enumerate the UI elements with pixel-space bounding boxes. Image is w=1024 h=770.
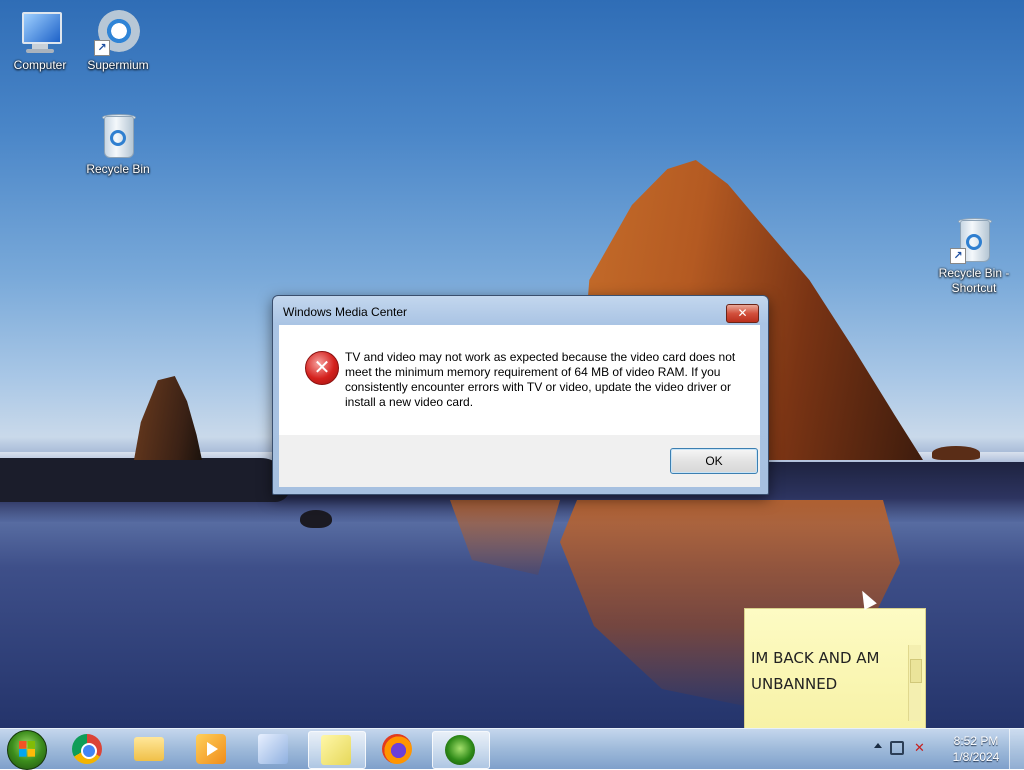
system-tray: ✕ 8:52 PM 1/8/2024 <box>864 729 1024 769</box>
volume-muted-icon[interactable]: ✕ <box>914 741 930 757</box>
taskbar: ✕ 8:52 PM 1/8/2024 <box>0 728 1024 770</box>
distant-rock <box>932 446 980 460</box>
show-hidden-icons-icon[interactable] <box>874 743 882 748</box>
recycle-bin-icon: ↗ <box>950 216 998 264</box>
windows-logo-icon <box>19 741 35 757</box>
folder-icon <box>134 737 164 761</box>
show-desktop-button[interactable] <box>1009 729 1024 769</box>
sticky-note[interactable]: IM BACK AND AM UNBANNED <box>744 608 926 728</box>
media-player-icon <box>196 734 226 764</box>
chrome-icon <box>72 734 102 764</box>
clock-time: 8:52 PM <box>953 734 999 748</box>
recycle-bin-icon <box>94 112 142 160</box>
sticky-note-scrollbar[interactable] <box>908 645 922 721</box>
sticky-note-text[interactable]: IM BACK AND AM UNBANNED <box>751 645 901 697</box>
firefox-icon <box>382 734 412 764</box>
taskbar-chrome[interactable] <box>60 731 116 767</box>
ok-button[interactable]: OK <box>670 448 758 474</box>
desktop-icon-label: Supermium <box>87 58 149 72</box>
supermium-icon: ↗ <box>94 8 142 56</box>
shortcut-arrow-icon: ↗ <box>94 40 110 56</box>
desktop-icon-label: Computer <box>13 58 67 72</box>
desktop-icon-label: Recycle Bin <box>86 162 150 176</box>
taskbar-explorer[interactable] <box>122 731 178 767</box>
start-button[interactable] <box>7 730 47 770</box>
error-icon: ✕ <box>305 351 339 385</box>
media-center-icon <box>445 735 475 765</box>
shore-rocks <box>0 458 290 502</box>
sticky-notes-icon <box>321 735 351 765</box>
desktop-icon-computer[interactable]: Computer <box>0 8 80 73</box>
error-message: TV and video may not work as expected be… <box>345 350 736 409</box>
search-icon <box>258 734 288 764</box>
close-button[interactable]: ✕ <box>726 304 759 323</box>
taskbar-media-player[interactable] <box>184 731 240 767</box>
desktop-icon-supermium[interactable]: ↗ Supermium <box>78 8 158 73</box>
clock-date: 1/8/2024 <box>952 750 1000 764</box>
computer-icon <box>16 8 64 56</box>
desktop-icon-recycle-bin[interactable]: Recycle Bin <box>78 112 158 177</box>
dialog-footer: OK <box>279 435 760 487</box>
clock[interactable]: 8:52 PM 1/8/2024 <box>940 733 1012 765</box>
dialog-body: ✕ TV and video may not work as expected … <box>279 325 760 435</box>
needle-rock <box>134 376 202 460</box>
taskbar-media-center[interactable] <box>432 731 490 769</box>
small-rock <box>300 510 332 528</box>
desktop-icon-label: Recycle Bin - Shortcut <box>938 266 1010 295</box>
desktop-icon-recycle-bin-shortcut[interactable]: ↗ Recycle Bin - Shortcut <box>934 216 1014 296</box>
error-dialog: Windows Media Center ✕ ✕ TV and video ma… <box>272 295 769 495</box>
taskbar-sticky-notes[interactable] <box>308 731 366 769</box>
taskbar-search[interactable] <box>246 731 302 767</box>
shortcut-arrow-icon: ↗ <box>950 248 966 264</box>
dialog-title: Windows Media Center <box>283 305 408 319</box>
scrollbar-thumb[interactable] <box>910 659 922 683</box>
taskbar-firefox[interactable] <box>370 731 426 767</box>
network-icon[interactable] <box>890 741 904 755</box>
rock-reflection-small <box>450 500 560 575</box>
